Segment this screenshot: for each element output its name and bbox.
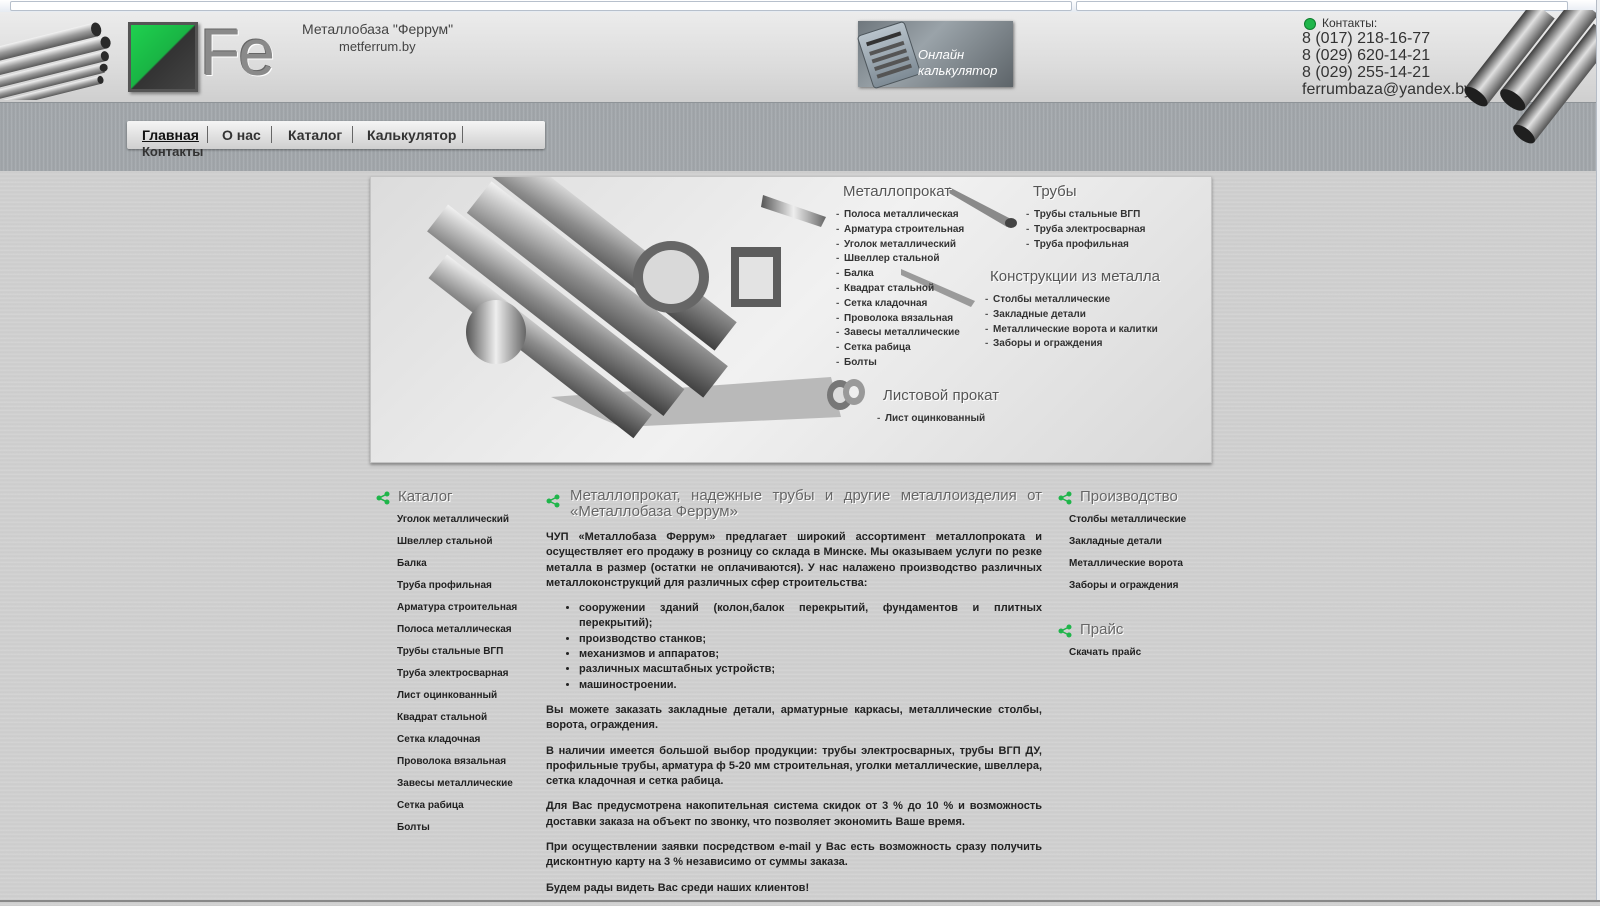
catalog-link[interactable]: Труба профильная	[397, 579, 517, 601]
catalog-link[interactable]: Уголок металлический	[397, 513, 517, 535]
banner-link[interactable]: Сетка рабица	[836, 341, 964, 356]
address-bar[interactable]	[10, 1, 1072, 11]
content-paragraph: Будем рады видеть Вас среди наших клиент…	[546, 881, 810, 894]
contacts-label: Контакты:	[1322, 16, 1378, 30]
banner-link[interactable]: Сетка кладочная	[836, 297, 964, 312]
production-link[interactable]: Закладные детали	[1069, 535, 1186, 557]
banner-konstr-title[interactable]: Конструкции из металла	[990, 268, 1160, 285]
window-right-edge	[1596, 0, 1600, 902]
production-link[interactable]: Столбы металлические	[1069, 513, 1186, 535]
calculator-label: Онлайн калькулятор	[918, 47, 997, 79]
catalog-link[interactable]: Сетка рабица	[397, 799, 517, 821]
catalog-link[interactable]: Проволока вязальная	[397, 755, 517, 777]
nav-calculator[interactable]: Калькулятор	[367, 127, 456, 143]
share-icon	[1058, 491, 1072, 505]
production-list: Столбы металлические Закладные детали Ме…	[1069, 513, 1186, 601]
banner-link[interactable]: Закладные детали	[985, 308, 1158, 323]
bullet-item: различных масштабных устройств;	[579, 662, 1042, 677]
banner-link[interactable]: Уголок металлический	[836, 238, 964, 253]
catalog-link[interactable]: Полоса металлическая	[397, 623, 517, 645]
bullet-item: сооружении зданий (колон,балок перекрыти…	[579, 601, 1042, 632]
bullet-item: производство станков;	[579, 632, 1042, 647]
banner-link[interactable]: Заборы и ограждения	[985, 337, 1158, 352]
pipes-right-image	[1464, 10, 1596, 144]
catalog-link[interactable]: Трубы стальные ВГП	[397, 645, 517, 667]
calculator-label-line2: калькулятор	[918, 63, 998, 78]
nav-divider	[462, 126, 463, 143]
production-link[interactable]: Металлические ворота	[1069, 557, 1186, 579]
content-paragraph: Для Вас предусмотрена накопительная сист…	[546, 800, 1042, 828]
catalog-link[interactable]: Швеллер стальной	[397, 535, 517, 557]
nav-divider	[207, 126, 208, 143]
banner-link[interactable]: Металлические ворота и калитки	[985, 323, 1158, 338]
banner-link[interactable]: Завесы металлические	[836, 326, 964, 341]
banner-link[interactable]: Трубы стальные ВГП	[1026, 208, 1146, 223]
content-bullets: сооружении зданий (колон,балок перекрыти…	[546, 601, 1042, 693]
catalog-link[interactable]: Лист оцинкованный	[397, 689, 517, 711]
catalog-link[interactable]: Арматура строительная	[397, 601, 517, 623]
share-icon	[546, 494, 560, 508]
content-paragraph: При осуществлении заявки посредством e-m…	[546, 841, 1042, 869]
sheet-roll-icon	[827, 379, 865, 410]
logo-text[interactable]: Fe	[200, 14, 275, 90]
banner-link[interactable]: Столбы металлические	[985, 293, 1158, 308]
catalog-link[interactable]: Сетка кладочная	[397, 733, 517, 755]
share-icon	[376, 491, 390, 505]
green-dot-icon	[1304, 18, 1316, 30]
catalog-link[interactable]: Труба электросварная	[397, 667, 517, 689]
catalog-link[interactable]: Завесы металлические	[397, 777, 517, 799]
banner-link[interactable]: Труба профильная	[1026, 238, 1146, 253]
price-list: Скачать прайс	[1069, 646, 1141, 668]
banner-link[interactable]: Труба электросварная	[1026, 223, 1146, 238]
metal-products-image	[427, 177, 841, 439]
bullet-item: машиностроении.	[579, 678, 1042, 693]
banner-list-title[interactable]: Листовой прокат	[883, 387, 999, 404]
share-icon	[1058, 624, 1072, 638]
banner-metalloprokat-title[interactable]: Металлопрокат	[843, 183, 951, 200]
banner-link[interactable]: Балка	[836, 267, 964, 282]
nav-catalog[interactable]: Каталог	[288, 127, 342, 143]
bullet-item: механизмов и аппаратов;	[579, 647, 1042, 662]
banner-link[interactable]: Швеллер стальной	[836, 252, 964, 267]
banner-konstr-list: Столбы металлические Закладные детали Ме…	[985, 293, 1158, 352]
catalog-banner: Металлопрокат Полоса металлическая Армат…	[370, 176, 1212, 463]
main-content: ЧУП «Металлобаза Феррум» предлагает широ…	[546, 530, 1042, 906]
catalog-title: Каталог	[398, 488, 453, 505]
banner-trubi-title[interactable]: Трубы	[1033, 183, 1077, 200]
banner-link[interactable]: Болты	[836, 356, 964, 371]
catalog-link[interactable]: Балка	[397, 557, 517, 579]
nav-divider	[352, 126, 353, 143]
banner-link[interactable]: Лист оцинкованный	[877, 412, 985, 427]
page-title: Металлопрокат, надежные трубы и другие м…	[570, 487, 1042, 520]
catalog-link[interactable]: Болты	[397, 821, 517, 843]
site-url: metferrum.by	[339, 39, 416, 54]
download-price-link[interactable]: Скачать прайс	[1069, 646, 1141, 668]
production-title: Производство	[1080, 488, 1178, 505]
calculator-icon	[856, 20, 922, 90]
banner-list-list: Лист оцинкованный	[877, 412, 985, 427]
nav-about[interactable]: О нас	[222, 127, 261, 143]
catalog-list: Уголок металлический Швеллер стальной Ба…	[397, 513, 517, 843]
price-title: Прайс	[1080, 621, 1124, 638]
banner-trubi-list: Трубы стальные ВГП Труба электросварная …	[1026, 208, 1146, 252]
nav-divider	[271, 126, 272, 143]
banner-link[interactable]: Проволока вязальная	[836, 312, 964, 327]
pipes-left-image	[0, 22, 111, 100]
online-calculator-button[interactable]: Онлайн калькулятор	[856, 20, 1013, 90]
catalog-link[interactable]: Квадрат стальной	[397, 711, 517, 733]
production-link[interactable]: Заборы и ограждения	[1069, 579, 1186, 601]
nav-contacts[interactable]: Контакты	[142, 144, 203, 159]
calculator-label-line1: Онлайн	[918, 47, 965, 62]
banner-metalloprokat-list: Полоса металлическая Арматура строительн…	[836, 208, 964, 371]
content-paragraph: ЧУП «Металлобаза Феррум» предлагает широ…	[546, 531, 1042, 589]
logo-square-icon[interactable]	[128, 22, 198, 92]
banner-link[interactable]: Полоса металлическая	[836, 208, 964, 223]
banner-link[interactable]: Квадрат стальной	[836, 282, 964, 297]
content-paragraph: В наличии имеется большой выбор продукци…	[546, 744, 1042, 788]
nav-home[interactable]: Главная	[142, 127, 199, 143]
content-paragraph: Вы можете заказать закладные детали, арм…	[546, 703, 1042, 732]
banner-link[interactable]: Арматура строительная	[836, 223, 964, 238]
site-name: Металлобаза "Феррум"	[302, 21, 454, 37]
